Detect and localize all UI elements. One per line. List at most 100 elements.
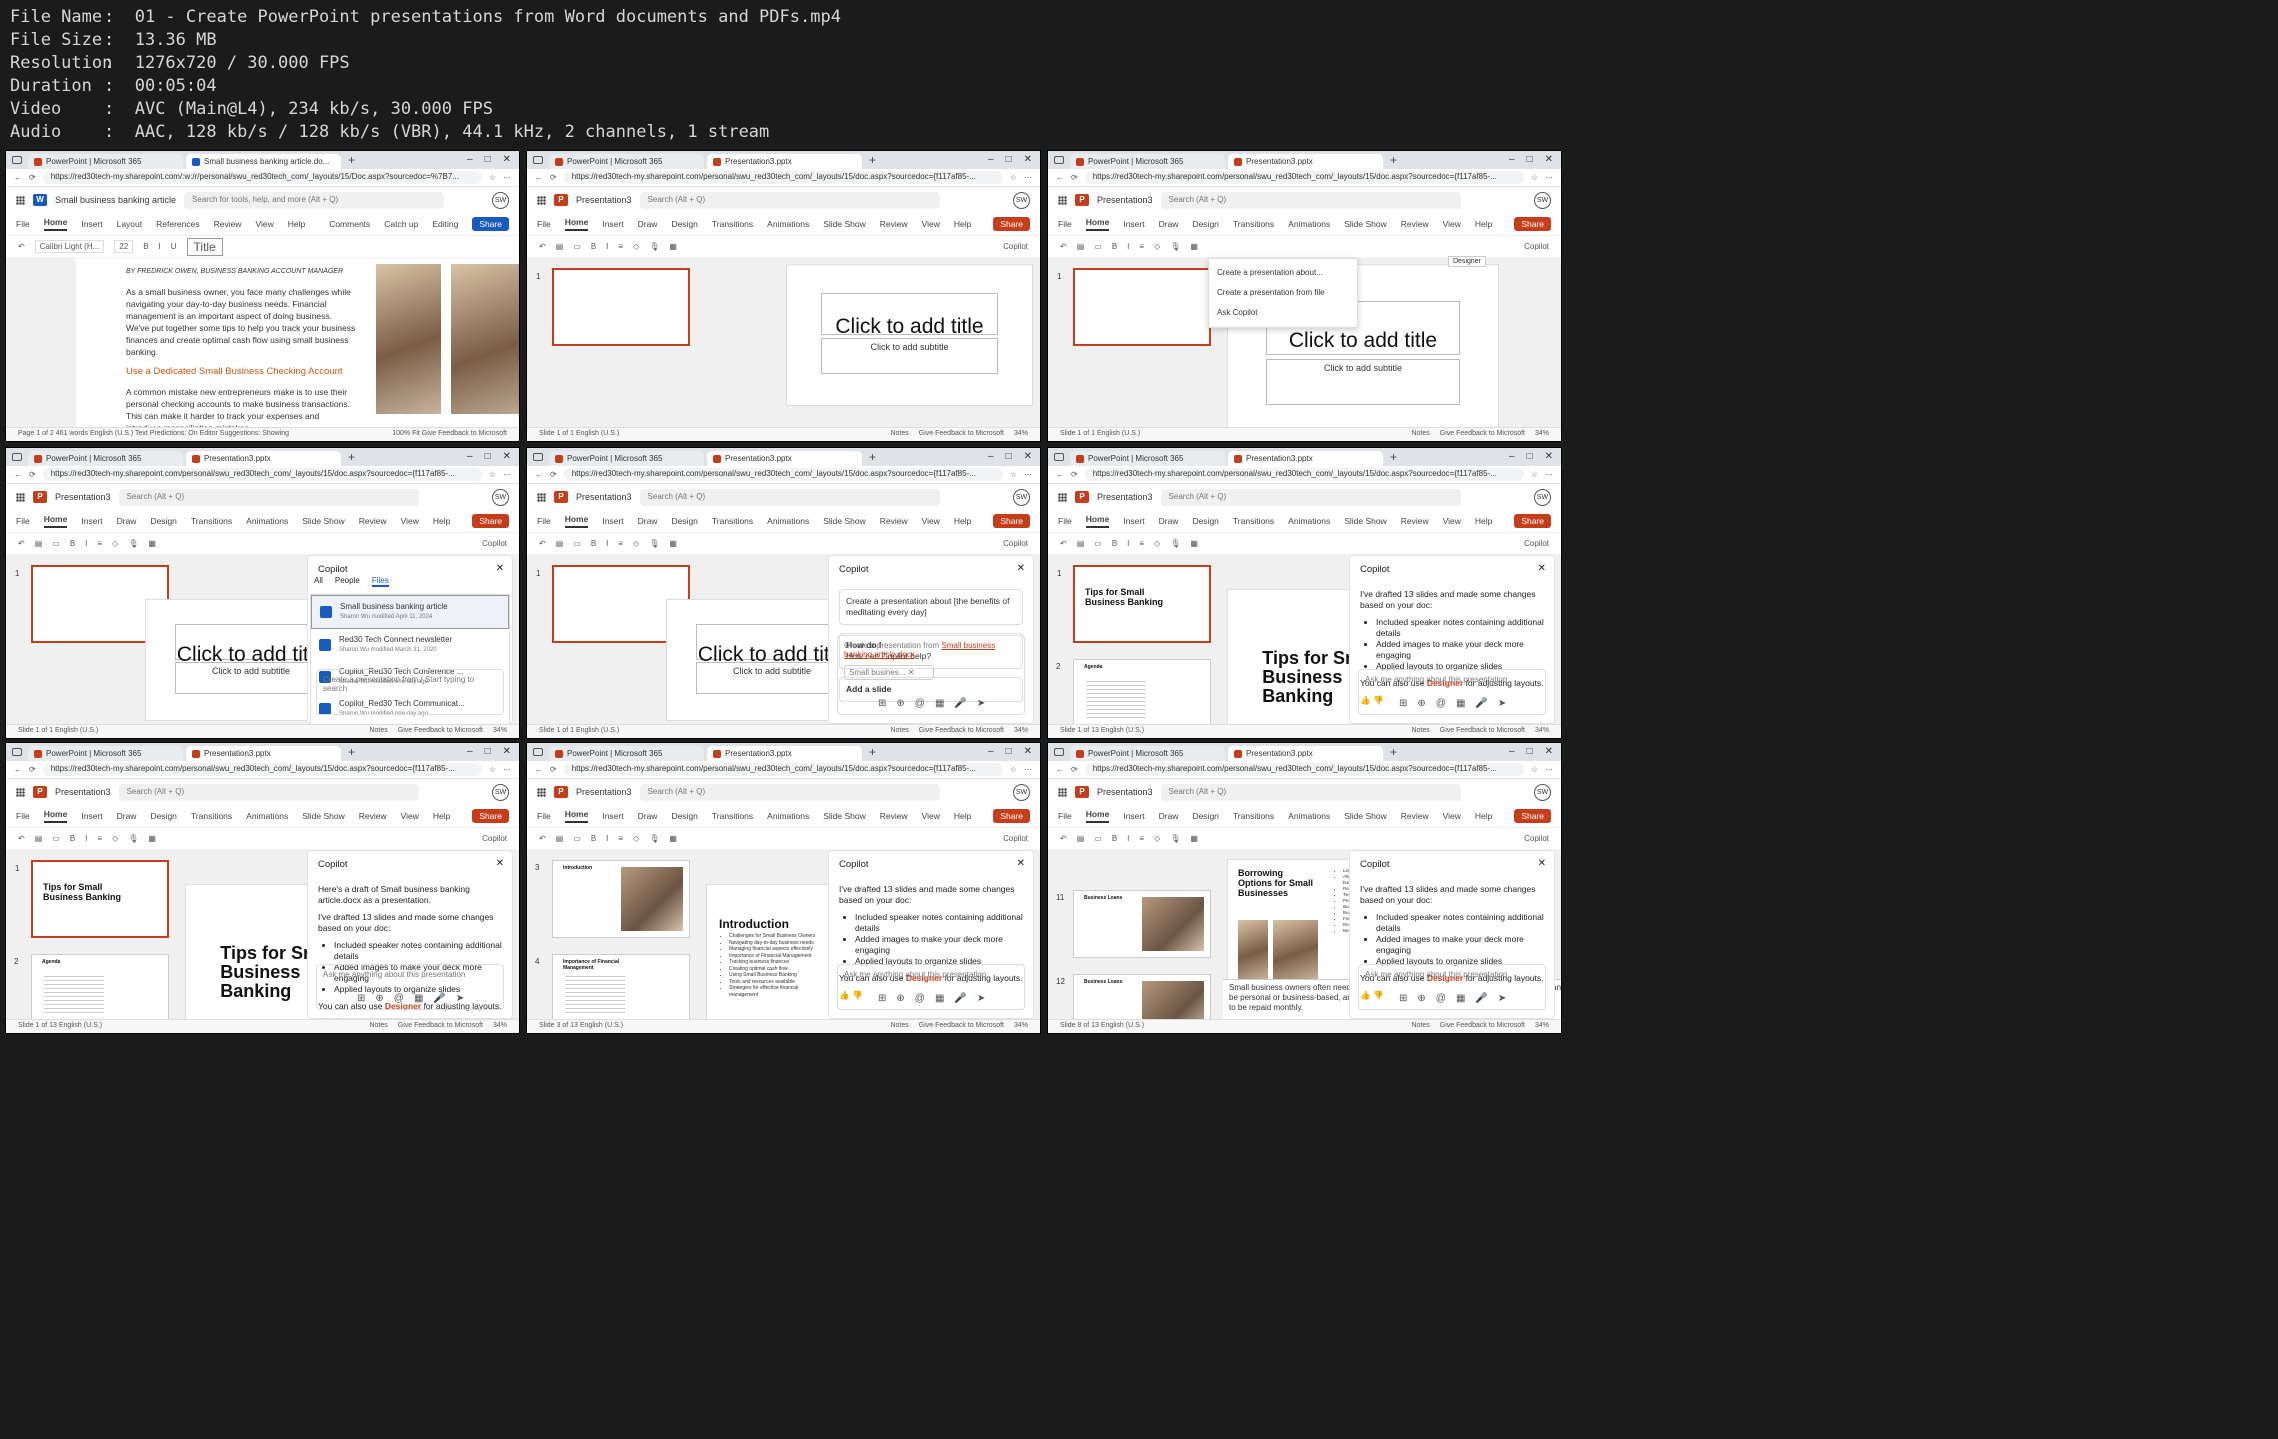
bold-icon[interactable]: B (143, 242, 148, 251)
shapes-icon[interactable]: ◇ (633, 834, 639, 843)
undo-icon[interactable]: ↶ (1060, 834, 1067, 843)
menu-help[interactable]: Help (288, 219, 305, 229)
maximize-icon[interactable]: □ (1006, 451, 1012, 462)
more-icon[interactable]: ⋯ (1024, 173, 1032, 182)
copilot-button[interactable]: Copilot (1524, 242, 1549, 251)
file-chip[interactable]: Small busines... ✕ (844, 665, 934, 680)
menu-help[interactable]: Help (954, 811, 971, 821)
menu-draw[interactable]: Draw (117, 516, 137, 526)
refresh-icon[interactable]: ⟳ (29, 470, 36, 479)
notes-button[interactable]: Notes (1411, 1022, 1429, 1031)
search-input[interactable]: Search (Alt + Q) (1160, 488, 1461, 506)
designer-icon[interactable]: ▦ (669, 834, 677, 843)
favorite-icon[interactable]: ☆ (489, 470, 496, 479)
bold-icon[interactable]: B (70, 834, 75, 843)
menu-file[interactable]: File (16, 219, 30, 229)
document-title[interactable]: Presentation3 (1097, 787, 1153, 797)
minimize-icon[interactable]: – (1509, 154, 1515, 165)
document-title[interactable]: Presentation3 (1097, 492, 1153, 502)
menu-help[interactable]: Help (954, 516, 971, 526)
undo-icon[interactable]: ↶ (18, 242, 25, 251)
menu-help[interactable]: Help (1475, 516, 1492, 526)
feedback-link[interactable]: Give Feedback to Microsoft (1440, 727, 1525, 736)
menu-design[interactable]: Design (1192, 516, 1218, 526)
menu-file[interactable]: File (1058, 516, 1072, 526)
share-button[interactable]: Share (993, 217, 1030, 231)
app-launcher-icon[interactable] (537, 787, 546, 797)
search-input[interactable]: Search (Alt + Q) (118, 783, 419, 801)
menu-home[interactable]: Home (1085, 809, 1110, 823)
bold-icon[interactable]: B (1112, 539, 1117, 548)
designer-icon[interactable]: ▦ (1190, 834, 1198, 843)
subtitle-placeholder[interactable]: Click to add subtitle (175, 662, 327, 694)
menu-review[interactable]: Review (880, 516, 908, 526)
more-icon[interactable]: ⋯ (1545, 765, 1553, 774)
close-icon[interactable]: ✕ (496, 563, 504, 574)
menu-insert[interactable]: Insert (81, 811, 102, 821)
italic-icon[interactable]: I (606, 834, 608, 843)
share-button[interactable]: Share (993, 514, 1030, 528)
slide-thumbnail[interactable]: 1 (536, 268, 690, 346)
menu-help[interactable]: Help (1475, 219, 1492, 229)
tab-ms365[interactable]: PowerPoint | Microsoft 365 (28, 451, 183, 466)
more-icon[interactable]: ⋯ (1024, 470, 1032, 479)
tab-presentation[interactable]: Presentation3.pptx (1228, 746, 1383, 761)
share-button[interactable]: Share (472, 809, 509, 823)
menu-file[interactable]: File (537, 516, 551, 526)
menu-slide-show[interactable]: Slide Show (1344, 516, 1387, 526)
filter-tab[interactable]: People (335, 576, 360, 587)
menu-insert[interactable]: Insert (81, 219, 102, 229)
copilot-button[interactable]: Copilot (1003, 242, 1028, 251)
menu-slide-show[interactable]: Slide Show (302, 516, 345, 526)
sidebar-icon[interactable] (1054, 453, 1064, 461)
favorite-icon[interactable]: ☆ (1531, 173, 1538, 182)
new-tab-button[interactable]: + (1390, 745, 1397, 759)
avatar[interactable]: SW (492, 488, 509, 506)
filter-tab[interactable]: All (314, 576, 323, 587)
slide-thumbnail[interactable]: 11 Business Loans (1056, 890, 1211, 958)
catch-up-button[interactable]: Catch up (384, 219, 418, 229)
minimize-icon[interactable]: – (467, 154, 473, 165)
copilot-button[interactable]: Copilot (482, 834, 507, 843)
back-icon[interactable]: ← (14, 765, 22, 774)
menu-help[interactable]: Help (433, 811, 450, 821)
copilot-button[interactable]: Copilot (1524, 539, 1549, 548)
designer-icon[interactable]: ▦ (669, 539, 677, 548)
app-launcher-icon[interactable] (1058, 787, 1067, 797)
menu-help[interactable]: Help (433, 516, 450, 526)
shapes-icon[interactable]: ◇ (1154, 242, 1160, 251)
feedback-link[interactable]: Give Feedback to Microsoft (1440, 430, 1525, 439)
tab-ms365[interactable]: PowerPoint | Microsoft 365 (1070, 746, 1225, 761)
bold-icon[interactable]: B (1112, 834, 1117, 843)
app-launcher-icon[interactable] (16, 787, 25, 797)
menu-review[interactable]: Review (880, 219, 908, 229)
url-input[interactable]: https://red30tech-my.sharepoint.com/pers… (563, 171, 1003, 184)
feedback-link[interactable]: Give Feedback to Microsoft (919, 430, 1004, 439)
tab-ms365[interactable]: PowerPoint | Microsoft 365 (1070, 154, 1225, 169)
copilot-button[interactable]: Copilot (1524, 834, 1549, 843)
shapes-icon[interactable]: ◇ (1154, 539, 1160, 548)
clipboard-icon[interactable]: ▤ (556, 834, 564, 843)
menu-view[interactable]: View (922, 516, 940, 526)
minimize-icon[interactable]: – (988, 746, 994, 757)
tab-presentation[interactable]: Presentation3.pptx (1228, 451, 1383, 466)
subtitle-placeholder[interactable]: Click to add subtitle (821, 337, 998, 375)
app-launcher-icon[interactable] (16, 492, 25, 502)
share-button[interactable]: Share (993, 809, 1030, 823)
file-item[interactable]: Red30 Tech Connect newsletter Sharon Wu m… (311, 629, 509, 661)
refresh-icon[interactable]: ⟳ (550, 765, 557, 774)
tab-ms365[interactable]: PowerPoint | Microsoft 365 (549, 451, 704, 466)
undo-icon[interactable]: ↶ (1060, 539, 1067, 548)
bold-icon[interactable]: B (1112, 242, 1117, 251)
bullets-icon[interactable]: ≡ (618, 834, 623, 843)
clipboard-icon[interactable]: ▤ (1077, 834, 1085, 843)
dictate-icon[interactable]: 🎙 (649, 539, 659, 548)
menu-home[interactable]: Home (1085, 217, 1110, 231)
document-title[interactable]: Presentation3 (55, 492, 111, 502)
ask-input[interactable]: Ask me anything about this presentation ⊞… (1358, 669, 1546, 715)
close-icon[interactable]: ✕ (1545, 451, 1553, 462)
bullets-icon[interactable]: ≡ (1139, 539, 1144, 548)
menu-help[interactable]: Help (1475, 811, 1492, 821)
back-icon[interactable]: ← (535, 765, 543, 774)
close-icon[interactable]: ✕ (1545, 154, 1553, 165)
